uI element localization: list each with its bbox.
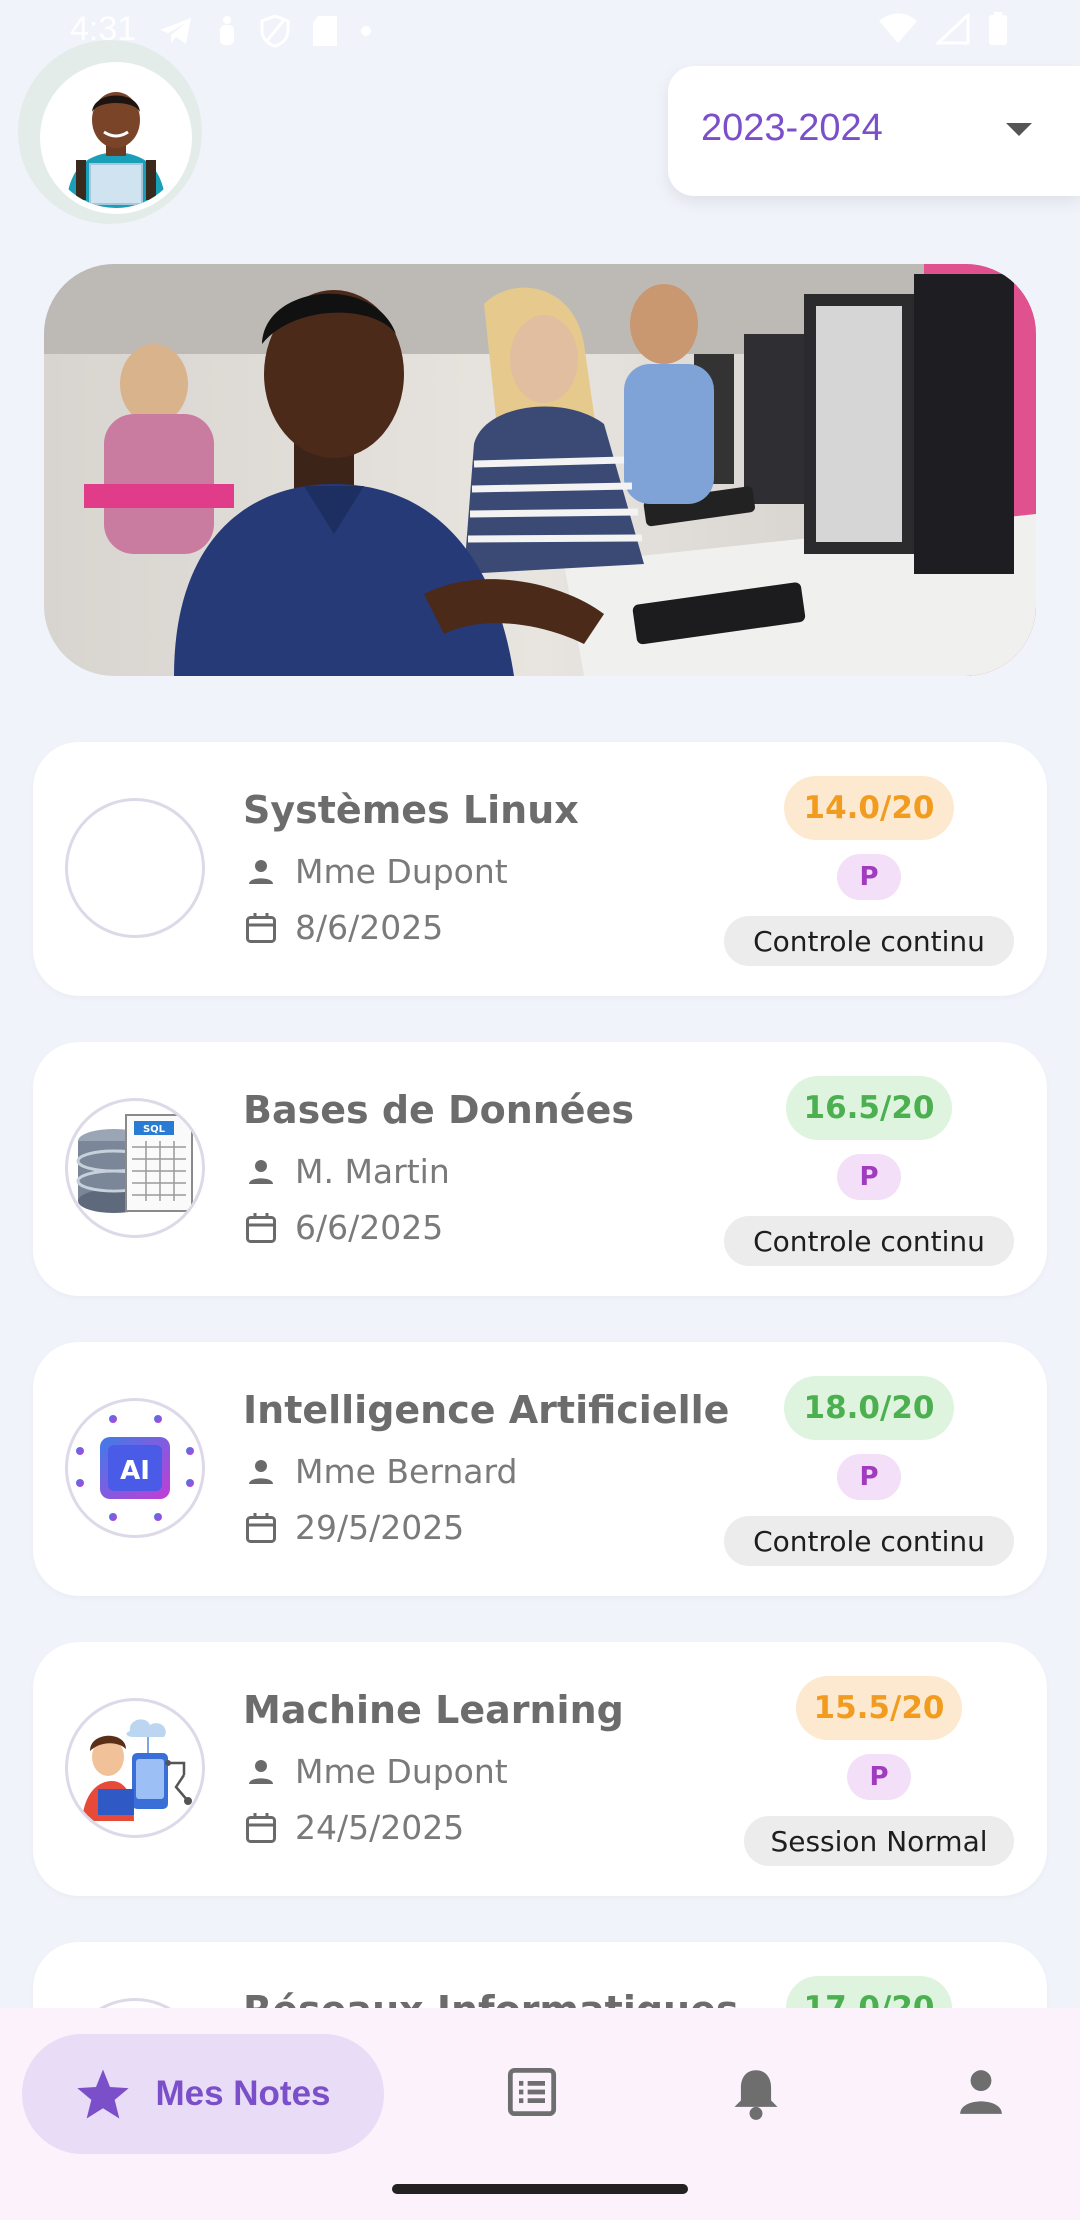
bottom-navigation: Mes Notes — [0, 2008, 1080, 2220]
person-icon — [249, 1159, 273, 1184]
avatar-ring[interactable] — [18, 40, 202, 224]
grade-badge: 15.5/20 — [796, 1676, 962, 1740]
grade-card[interactable]: AI Intelligence Artificielle Mme Bernard… — [33, 1342, 1047, 1596]
subject-title: Systèmes Linux — [243, 788, 579, 832]
svg-text:AI: AI — [120, 1456, 150, 1486]
avatar[interactable] — [40, 62, 192, 214]
person-icon — [249, 1459, 273, 1484]
exam-type-badge: Session Normal — [744, 1816, 1014, 1866]
person-icon[interactable] — [956, 2066, 1006, 2116]
exam-date: 8/6/2025 — [295, 908, 444, 947]
ai-chip-icon: AI — [65, 1398, 205, 1538]
grade-badge: 16.5/20 — [786, 1076, 952, 1140]
year-value: 2023-2024 — [701, 107, 883, 149]
teacher-name: Mme Dupont — [295, 852, 508, 891]
telegram-icon — [160, 18, 191, 44]
teacher-name: Mme Bernard — [295, 1452, 518, 1491]
signal-icon — [936, 13, 970, 45]
grade-card[interactable]: SQL Bases de Données M. Martin 6/6/2025 … — [33, 1042, 1047, 1296]
subject-title: Intelligence Artificielle — [243, 1388, 730, 1432]
battery-icon — [989, 12, 1007, 45]
status-badge: P — [837, 1454, 901, 1500]
exam-date: 29/5/2025 — [295, 1508, 465, 1547]
person-icon — [249, 1759, 273, 1784]
sd-card-icon — [313, 16, 337, 46]
machine-learning-icon — [65, 1698, 205, 1838]
database-sql-icon: SQL — [65, 1098, 205, 1238]
exam-date: 6/6/2025 — [295, 1208, 444, 1247]
status-badge: P — [837, 854, 901, 900]
figure-icon — [220, 16, 234, 45]
bell-icon[interactable] — [730, 2066, 782, 2122]
exam-type-badge: Controle continu — [724, 1216, 1014, 1266]
student-avatar-image — [46, 68, 186, 208]
status-bar: 4:31 — [0, 0, 1080, 64]
wifi-icon — [879, 13, 917, 43]
exam-type-badge: Controle continu — [724, 1516, 1014, 1566]
calendar-icon — [246, 1212, 276, 1243]
home-indicator[interactable] — [392, 2184, 688, 2194]
calendar-icon — [246, 1812, 276, 1843]
subject-title: Bases de Données — [243, 1088, 634, 1132]
star-icon — [77, 2069, 130, 2119]
classroom-photo — [44, 264, 1036, 676]
subject-title: Machine Learning — [243, 1688, 624, 1732]
status-badge: P — [837, 1154, 901, 1200]
list-icon[interactable] — [506, 2066, 558, 2118]
calendar-icon — [246, 912, 276, 943]
empty-circle-icon — [65, 798, 205, 938]
nav-label: Mes Notes — [155, 2074, 331, 2113]
grade-badge: 14.0/20 — [784, 776, 954, 840]
teacher-name: Mme Dupont — [295, 1752, 508, 1791]
svg-text:SQL: SQL — [143, 1124, 166, 1135]
grade-card[interactable]: Machine Learning Mme Dupont 24/5/2025 15… — [33, 1642, 1047, 1896]
status-badge: P — [847, 1754, 911, 1800]
grade-card[interactable]: Systèmes Linux Mme Dupont 8/6/2025 14.0/… — [33, 742, 1047, 996]
hero-banner — [44, 264, 1036, 676]
teacher-name: M. Martin — [295, 1152, 450, 1191]
year-dropdown[interactable]: 2023-2024 — [668, 66, 1080, 196]
calendar-icon — [246, 1512, 276, 1543]
exam-date: 24/5/2025 — [295, 1808, 465, 1847]
person-icon — [249, 859, 273, 884]
exam-type-badge: Controle continu — [724, 916, 1014, 966]
nav-item-mes-notes[interactable]: Mes Notes — [22, 2034, 384, 2154]
chevron-down-icon[interactable] — [1006, 123, 1032, 136]
grade-badge: 18.0/20 — [784, 1376, 954, 1440]
dot-icon — [361, 26, 371, 36]
shield-icon — [260, 14, 290, 48]
